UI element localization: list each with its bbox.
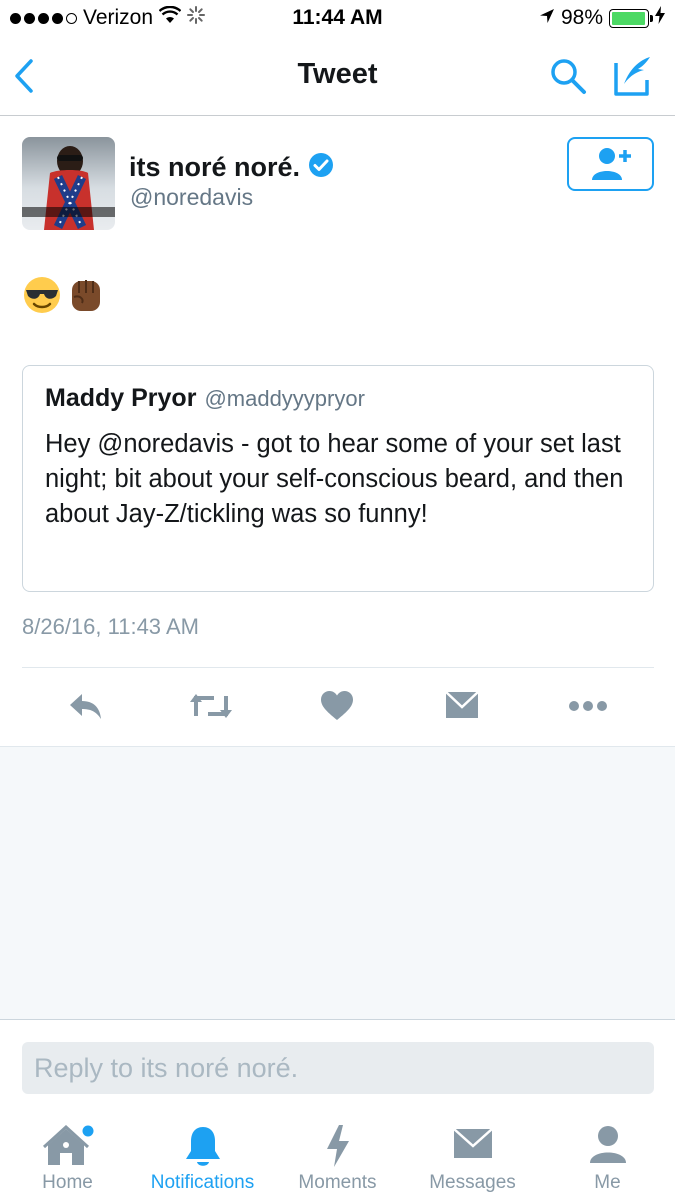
tweet-text (22, 275, 104, 315)
person-icon (589, 1126, 626, 1163)
tweet-timestamp: 8/26/16, 11:43 AM (22, 614, 199, 639)
battery-group: 98% (539, 6, 665, 30)
like-button[interactable] (320, 690, 354, 727)
retweet-icon (190, 694, 232, 718)
direct-message-icon (445, 691, 479, 718)
envelope-icon (452, 1128, 493, 1158)
raised-fist-emoji-icon (72, 280, 100, 311)
avatar[interactable] (22, 137, 115, 230)
tab-bar: Home Notifications Moments Messages Me (0, 1109, 675, 1200)
quoted-tweet-card[interactable]: Maddy Pryor @maddyyypryor Hey @noredavis… (22, 365, 654, 592)
bell-icon (185, 1127, 220, 1166)
navigation-bar: Tweet (0, 36, 675, 116)
like-icon (321, 691, 353, 720)
more-options-button[interactable] (568, 690, 608, 727)
reply-bar (0, 1021, 675, 1109)
author-name-row: its noré noré. (129, 152, 334, 183)
tab-notifications-label: Notifications (150, 1172, 255, 1193)
tab-messages-label: Messages (429, 1172, 516, 1193)
sunglasses-emoji-icon (24, 277, 60, 313)
battery-icon (609, 8, 653, 28)
status-bar: Verizon 11:44 AM 98% (0, 0, 675, 36)
replies-area (0, 746, 675, 1020)
lightning-icon (326, 1125, 349, 1167)
compose-button[interactable] (612, 54, 656, 103)
verified-badge-icon (308, 152, 334, 183)
tab-home[interactable]: Home (0, 1109, 135, 1200)
tab-messages[interactable]: Messages (405, 1109, 540, 1200)
divider (22, 667, 654, 668)
charging-icon (655, 6, 665, 30)
quoted-tweet-text: Hey @noredavis - got to hear some of you… (45, 430, 624, 528)
retweet-button[interactable] (190, 690, 232, 727)
add-user-icon (591, 148, 631, 180)
battery-percent: 98% (560, 6, 603, 29)
reply-icon (70, 694, 101, 719)
tab-me[interactable]: Me (540, 1109, 675, 1200)
search-icon (551, 59, 586, 94)
direct-message-button[interactable] (445, 690, 479, 725)
more-icon (569, 701, 607, 711)
reply-input[interactable] (22, 1042, 654, 1094)
search-button[interactable] (548, 56, 588, 101)
tab-moments-label: Moments (298, 1172, 377, 1193)
quoted-author-handle: @maddyyypryor (204, 386, 365, 411)
home-icon (42, 1125, 93, 1165)
tab-notifications[interactable]: Notifications (135, 1109, 270, 1200)
author-handle[interactable]: @noredavis (130, 184, 253, 211)
quoted-author-name: Maddy Pryor (45, 384, 197, 412)
author-name[interactable]: its noré noré. (129, 152, 300, 183)
reply-button[interactable] (68, 690, 104, 727)
compose-icon (614, 57, 650, 96)
location-arrow-icon (539, 6, 555, 30)
tab-moments[interactable]: Moments (270, 1109, 405, 1200)
follow-button[interactable] (567, 137, 654, 191)
tweet-actions (0, 680, 675, 740)
tab-home-label: Home (42, 1172, 93, 1193)
tab-me-label: Me (594, 1172, 621, 1193)
